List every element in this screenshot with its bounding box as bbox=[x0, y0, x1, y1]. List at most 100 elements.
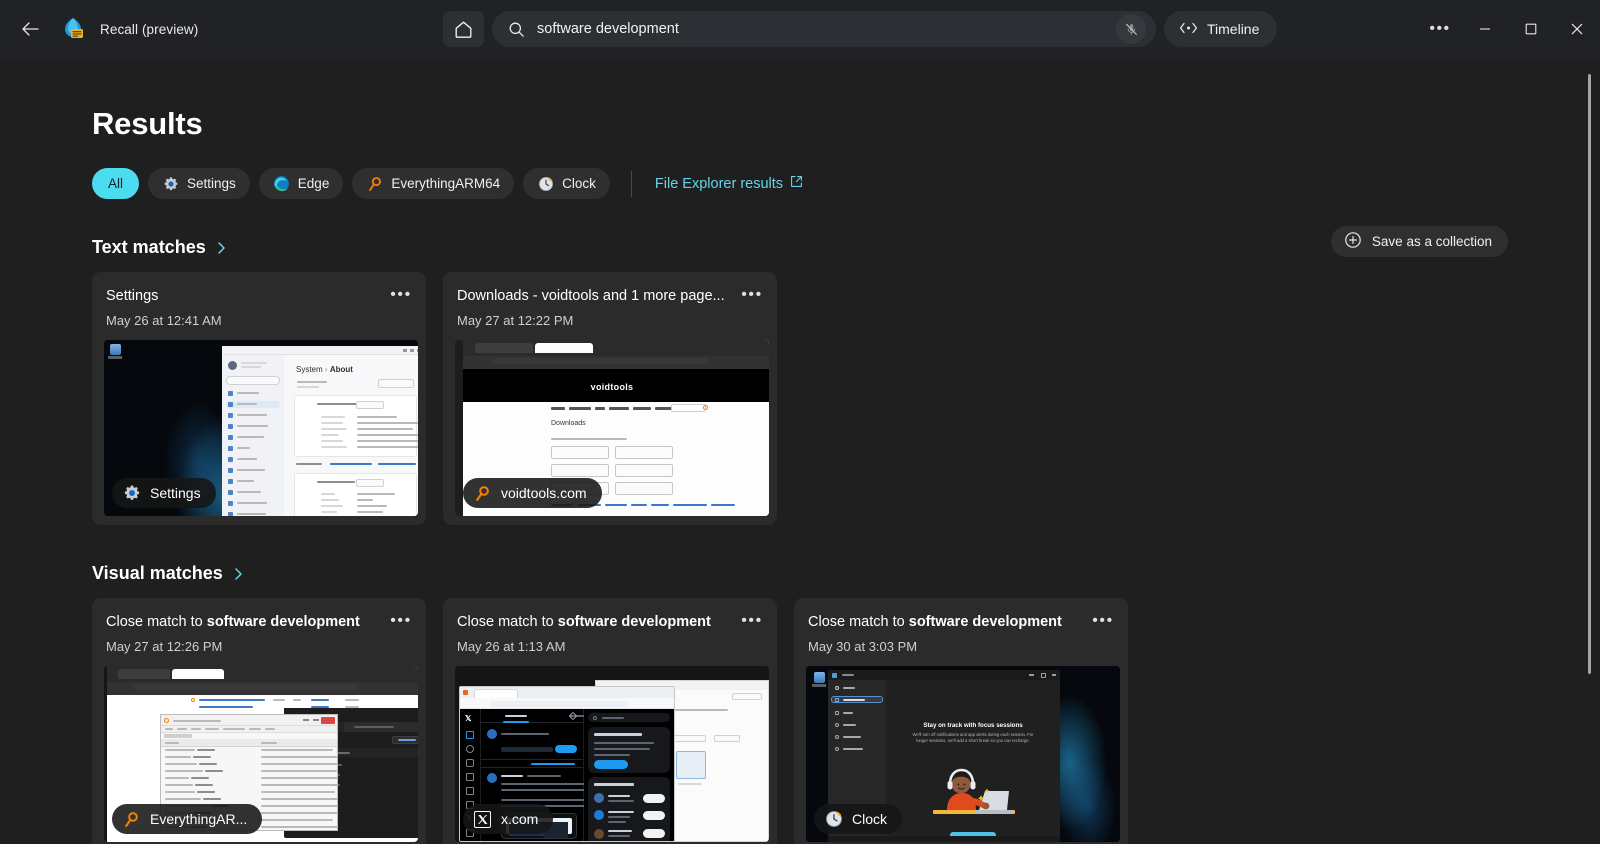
save-as-collection-button[interactable]: Save as a collection bbox=[1330, 226, 1508, 257]
home-button[interactable] bbox=[443, 11, 484, 47]
section-title-visual-matches: Visual matches bbox=[92, 563, 223, 583]
timeline-icon bbox=[1179, 21, 1198, 38]
card-more-button[interactable]: ••• bbox=[739, 610, 765, 632]
window-title: Recall (preview) bbox=[100, 21, 199, 37]
filter-pill-all-label: All bbox=[108, 176, 124, 191]
card-more-button[interactable]: ••• bbox=[739, 284, 765, 306]
home-icon bbox=[455, 21, 472, 38]
card-header: Settings ••• bbox=[104, 286, 414, 306]
card-title: Close match to software development bbox=[808, 614, 1062, 630]
x-logo-icon bbox=[473, 810, 492, 829]
card-title: Downloads - voidtools and 1 more page... bbox=[457, 288, 725, 304]
file-explorer-results-label: File Explorer results bbox=[654, 175, 784, 192]
clock-focus-subtitle: We'll turn off notifications and app ale… bbox=[912, 732, 1034, 743]
settings-breadcrumb: System › About bbox=[296, 365, 353, 374]
page-title: Results bbox=[92, 106, 203, 141]
card-timestamp: May 26 at 12:41 AM bbox=[106, 313, 222, 328]
filter-pill-clock[interactable]: Clock bbox=[523, 168, 610, 199]
filter-pill-everythingarm64-label: EverythingARM64 bbox=[391, 176, 501, 191]
settings-window: System › About bbox=[222, 346, 418, 516]
card-thumbnail[interactable]: System › About Settings bbox=[104, 340, 418, 516]
back-arrow-icon bbox=[22, 22, 39, 36]
card-source-badge: voidtools.com bbox=[463, 478, 602, 508]
voidtools-heading: Downloads bbox=[551, 420, 586, 427]
section-header-text-matches[interactable]: Text matches bbox=[92, 237, 227, 258]
recall-app-icon bbox=[60, 16, 86, 42]
settings-gear-icon bbox=[122, 484, 141, 503]
back-button[interactable] bbox=[12, 13, 48, 45]
chevron-right-icon bbox=[216, 241, 227, 255]
card-more-button[interactable]: ••• bbox=[388, 610, 414, 632]
search-input[interactable]: software development bbox=[492, 11, 1156, 47]
clock-focus-heading: Stay on track with focus sessions bbox=[923, 722, 1023, 729]
minimize-icon bbox=[1480, 28, 1490, 30]
title-bar: Recall (preview) software development Ti… bbox=[0, 0, 1600, 58]
card-row-text-matches: Settings ••• May 26 at 12:41 AM System ›… bbox=[92, 272, 1600, 525]
section-header-visual-matches[interactable]: Visual matches bbox=[92, 563, 244, 584]
card-source-badge: Clock bbox=[814, 804, 903, 834]
minimize-button[interactable] bbox=[1462, 0, 1508, 58]
card-source-label: Settings bbox=[150, 485, 201, 501]
chevron-right-icon bbox=[233, 567, 244, 581]
result-card-clock[interactable]: Close match to software development ••• … bbox=[794, 598, 1128, 844]
edge-icon bbox=[273, 175, 290, 192]
microphone-muted-icon[interactable] bbox=[1116, 14, 1146, 44]
filter-pill-edge[interactable]: Edge bbox=[258, 168, 344, 199]
card-source-label: EverythingAR... bbox=[150, 811, 248, 827]
window-controls: ••• bbox=[1418, 0, 1600, 58]
focus-session-illustration bbox=[933, 768, 1015, 814]
results-page: Results All Settings Edge EverythingARM6… bbox=[0, 106, 1600, 844]
recycle-bin-icon bbox=[108, 344, 122, 362]
close-button[interactable] bbox=[1554, 0, 1600, 58]
settings-gear-icon bbox=[162, 175, 179, 192]
maximize-button[interactable] bbox=[1508, 0, 1554, 58]
card-more-button[interactable]: ••• bbox=[388, 284, 414, 306]
filter-pill-settings[interactable]: Settings bbox=[148, 168, 250, 199]
timeline-button[interactable]: Timeline bbox=[1164, 11, 1278, 47]
section-title-text-matches: Text matches bbox=[92, 237, 206, 257]
card-timestamp: May 27 at 12:26 PM bbox=[106, 639, 223, 654]
clock-icon bbox=[824, 810, 843, 829]
titlebar-center-group: software development Timeline bbox=[443, 11, 1278, 47]
card-timestamp: May 27 at 12:22 PM bbox=[457, 313, 574, 328]
filter-pill-edge-label: Edge bbox=[297, 176, 330, 191]
card-title: Settings bbox=[106, 288, 159, 304]
card-thumbnail[interactable]: 𝕏 𝕏 bbox=[455, 666, 769, 842]
card-timestamp: May 30 at 3:03 PM bbox=[808, 639, 918, 654]
card-header: Close match to software development ••• bbox=[455, 612, 765, 632]
card-thumbnail[interactable]: Stay on track with focus sessions We'll … bbox=[806, 666, 1120, 842]
result-card-settings[interactable]: Settings ••• May 26 at 12:41 AM System ›… bbox=[92, 272, 426, 525]
clock-icon bbox=[537, 175, 554, 192]
filter-pill-all[interactable]: All bbox=[92, 168, 140, 199]
result-card-xcom[interactable]: Close match to software development ••• … bbox=[443, 598, 777, 844]
voidtools-logo: voidtools bbox=[590, 382, 634, 392]
plus-circle-icon bbox=[1344, 231, 1362, 252]
vertical-scrollbar[interactable] bbox=[1588, 74, 1591, 674]
everything-search-icon bbox=[122, 810, 141, 829]
card-row-visual-matches: Close match to software development ••• … bbox=[92, 598, 1600, 844]
save-as-collection-label: Save as a collection bbox=[1371, 234, 1492, 249]
card-header: Downloads - voidtools and 1 more page...… bbox=[455, 286, 765, 306]
card-source-label: voidtools.com bbox=[501, 485, 587, 501]
x-logo-icon: 𝕏 bbox=[465, 714, 472, 723]
filter-pill-clock-label: Clock bbox=[562, 176, 596, 191]
card-source-badge: EverythingAR... bbox=[112, 804, 263, 834]
everything-search-icon bbox=[366, 175, 383, 192]
card-more-button[interactable]: ••• bbox=[1090, 610, 1116, 632]
card-header: Close match to software development ••• bbox=[104, 612, 414, 632]
search-query-text: software development bbox=[537, 21, 679, 37]
card-source-badge: x.com bbox=[463, 804, 554, 834]
result-card-voidtools[interactable]: Downloads - voidtools and 1 more page...… bbox=[443, 272, 777, 525]
external-link-icon bbox=[790, 175, 803, 192]
card-header: Close match to software development ••• bbox=[806, 612, 1116, 632]
card-thumbnail[interactable]: voidtools Downloads voidtools.com bbox=[455, 340, 769, 516]
results-content: Results All Settings Edge EverythingARM6… bbox=[0, 58, 1600, 844]
result-card-everything[interactable]: Close match to software development ••• … bbox=[92, 598, 426, 844]
titlebar-more-button[interactable]: ••• bbox=[1418, 9, 1462, 49]
recycle-bin-icon bbox=[812, 672, 826, 690]
file-explorer-results-link[interactable]: File Explorer results bbox=[655, 175, 803, 192]
card-thumbnail[interactable]: EverythingAR... bbox=[104, 666, 418, 842]
filter-pill-everythingarm64[interactable]: EverythingARM64 bbox=[352, 168, 515, 199]
search-icon bbox=[508, 21, 525, 38]
close-icon bbox=[1571, 23, 1583, 35]
